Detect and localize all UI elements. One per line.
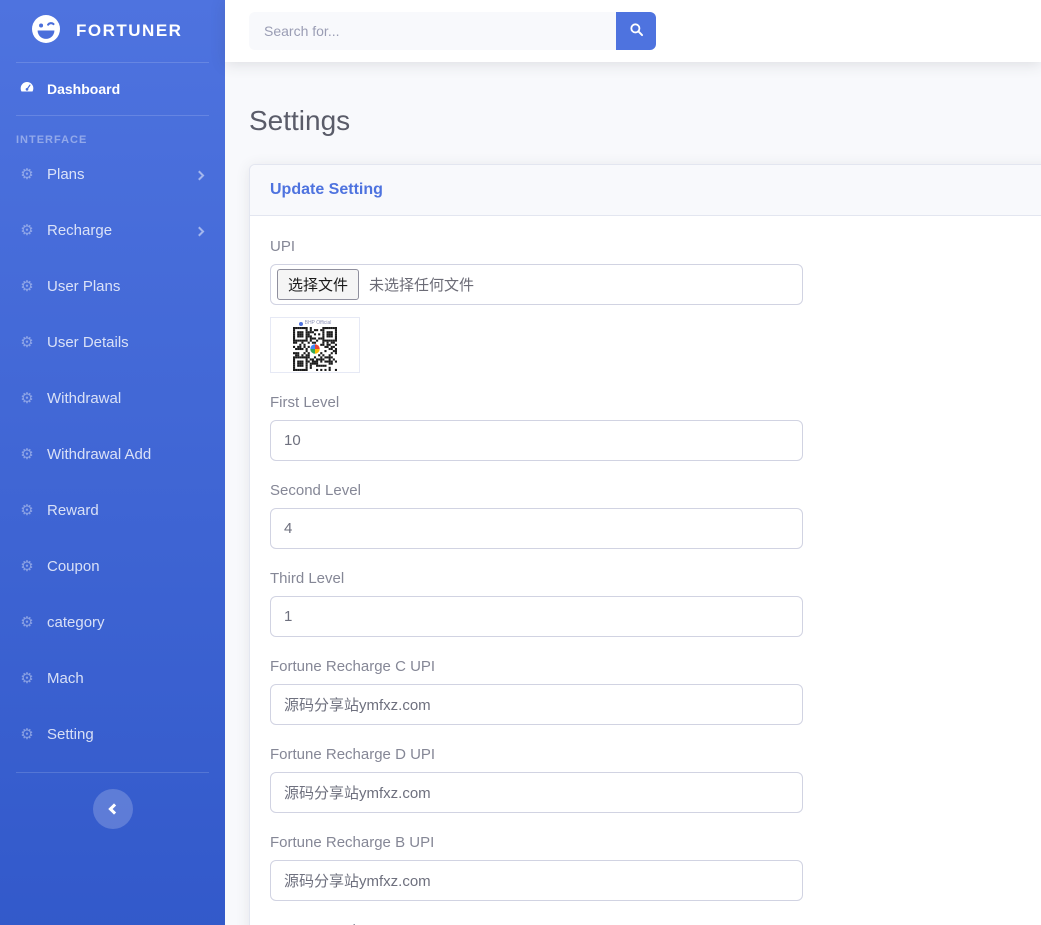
sidebar-item-withdrawal-add[interactable]: ⚙ Withdrawal Add (0, 427, 225, 483)
sidebar-item-coupon[interactable]: ⚙ Coupon (0, 539, 225, 595)
sidebar-item-withdrawal[interactable]: ⚙ Withdrawal (0, 371, 225, 427)
choose-file-button[interactable]: 选择文件 (277, 269, 359, 300)
gear-icon: ⚙ (16, 391, 38, 407)
sidebar-item-label: Mach (47, 668, 84, 690)
gear-icon: ⚙ (16, 615, 38, 631)
second-level-label: Second Level (270, 480, 1041, 501)
chevron-right-icon (195, 226, 205, 236)
main-area: Settings Update Setting UPI 选择文件 未选择任何文件… (225, 0, 1041, 925)
gear-icon: ⚙ (16, 167, 38, 183)
chevron-right-icon (195, 170, 205, 180)
sidebar-item-recharge[interactable]: ⚙ Recharge (0, 203, 225, 259)
fortune-recharge-c-input[interactable] (270, 684, 803, 725)
brand-name: FORTUNER (76, 21, 182, 41)
upi-label: UPI (270, 236, 1041, 257)
fortune-recharge-b-input[interactable] (270, 860, 803, 901)
third-level-label: Third Level (270, 568, 1041, 589)
card-body: UPI 选择文件 未选择任何文件 BHP Official First Leve… (250, 216, 1041, 925)
sidebar-item-label: User Details (47, 332, 129, 354)
fortune-recharge-b-group: Fortune Recharge B UPI (270, 832, 1041, 901)
sidebar-item-label: category (47, 612, 105, 634)
gear-icon: ⚙ (16, 279, 38, 295)
upi-form-group: UPI 选择文件 未选择任何文件 BHP Official (270, 236, 1041, 373)
third-level-group: Third Level (270, 568, 1041, 637)
tachometer-icon (16, 79, 38, 99)
sidebar-item-plans[interactable]: ⚙ Plans (0, 147, 225, 203)
chevron-left-icon (108, 803, 119, 814)
sidebar-section-heading: INTERFACE (0, 116, 225, 147)
fortune-recharge-d-group: Fortune Recharge D UPI (270, 744, 1041, 813)
first-level-group: First Level (270, 392, 1041, 461)
page-content: Settings Update Setting UPI 选择文件 未选择任何文件… (225, 62, 1041, 925)
second-level-input[interactable] (270, 508, 803, 549)
sidebar-menu: ⚙ Plans ⚙ Recharge ⚙ User Plans ⚙ User D… (0, 147, 225, 763)
upi-file-input[interactable]: 选择文件 未选择任何文件 (270, 264, 803, 305)
update-setting-card: Update Setting UPI 选择文件 未选择任何文件 BHP Offi… (249, 164, 1041, 925)
gear-icon: ⚙ (16, 671, 38, 687)
laugh-wink-logo-icon (30, 13, 62, 50)
file-status-text: 未选择任何文件 (369, 274, 474, 295)
sidebar-item-dashboard[interactable]: Dashboard (0, 63, 225, 115)
qr-caption: BHP Official (299, 320, 332, 327)
sidebar-item-label: Setting (47, 724, 94, 746)
first-level-input[interactable] (270, 420, 803, 461)
sidebar-item-user-details[interactable]: ⚙ User Details (0, 315, 225, 371)
topbar (225, 0, 1041, 62)
gear-icon: ⚙ (16, 503, 38, 519)
sidebar: FORTUNER Dashboard INTERFACE ⚙ Plans ⚙ R… (0, 0, 225, 925)
sidebar-item-label: Reward (47, 500, 99, 522)
sidebar-item-mach[interactable]: ⚙ Mach (0, 651, 225, 707)
gear-icon: ⚙ (16, 447, 38, 463)
sidebar-item-label: Withdrawal (47, 388, 121, 410)
sidebar-item-label: Plans (47, 164, 85, 186)
gear-icon: ⚙ (16, 559, 38, 575)
third-level-input[interactable] (270, 596, 803, 637)
gear-icon: ⚙ (16, 335, 38, 351)
search-icon (629, 22, 644, 40)
fortune-recharge-b-label: Fortune Recharge B UPI (270, 832, 1041, 853)
gear-icon: ⚙ (16, 727, 38, 743)
sidebar-item-label: Withdrawal Add (47, 444, 151, 466)
search-form (249, 12, 656, 50)
upi-qr-image: BHP Official (270, 317, 360, 373)
sidebar-collapse-button[interactable] (93, 789, 133, 829)
fortune-recharge-d-input[interactable] (270, 772, 803, 813)
fortune-recharge-a-label: Fortune Recharge A UPI (270, 920, 1041, 925)
card-title: Update Setting (270, 181, 383, 198)
first-level-label: First Level (270, 392, 1041, 413)
card-header: Update Setting (250, 165, 1041, 216)
upi-qr-pattern (293, 327, 337, 371)
fortune-recharge-a-group: Fortune Recharge A UPI (270, 920, 1041, 925)
sidebar-item-label: Recharge (47, 220, 112, 242)
sidebar-item-label: User Plans (47, 276, 120, 298)
page-title: Settings (249, 104, 1041, 138)
search-button[interactable] (616, 12, 656, 50)
second-level-group: Second Level (270, 480, 1041, 549)
search-input[interactable] (249, 12, 616, 50)
brand[interactable]: FORTUNER (0, 0, 225, 62)
sidebar-item-setting[interactable]: ⚙ Setting (0, 707, 225, 763)
fortune-recharge-d-label: Fortune Recharge D UPI (270, 744, 1041, 765)
sidebar-item-reward[interactable]: ⚙ Reward (0, 483, 225, 539)
sidebar-item-user-plans[interactable]: ⚙ User Plans (0, 259, 225, 315)
gear-icon: ⚙ (16, 223, 38, 239)
fortune-recharge-c-group: Fortune Recharge C UPI (270, 656, 1041, 725)
sidebar-item-category[interactable]: ⚙ category (0, 595, 225, 651)
sidebar-item-label: Coupon (47, 556, 100, 578)
sidebar-item-label: Dashboard (47, 78, 120, 100)
fortune-recharge-c-label: Fortune Recharge C UPI (270, 656, 1041, 677)
